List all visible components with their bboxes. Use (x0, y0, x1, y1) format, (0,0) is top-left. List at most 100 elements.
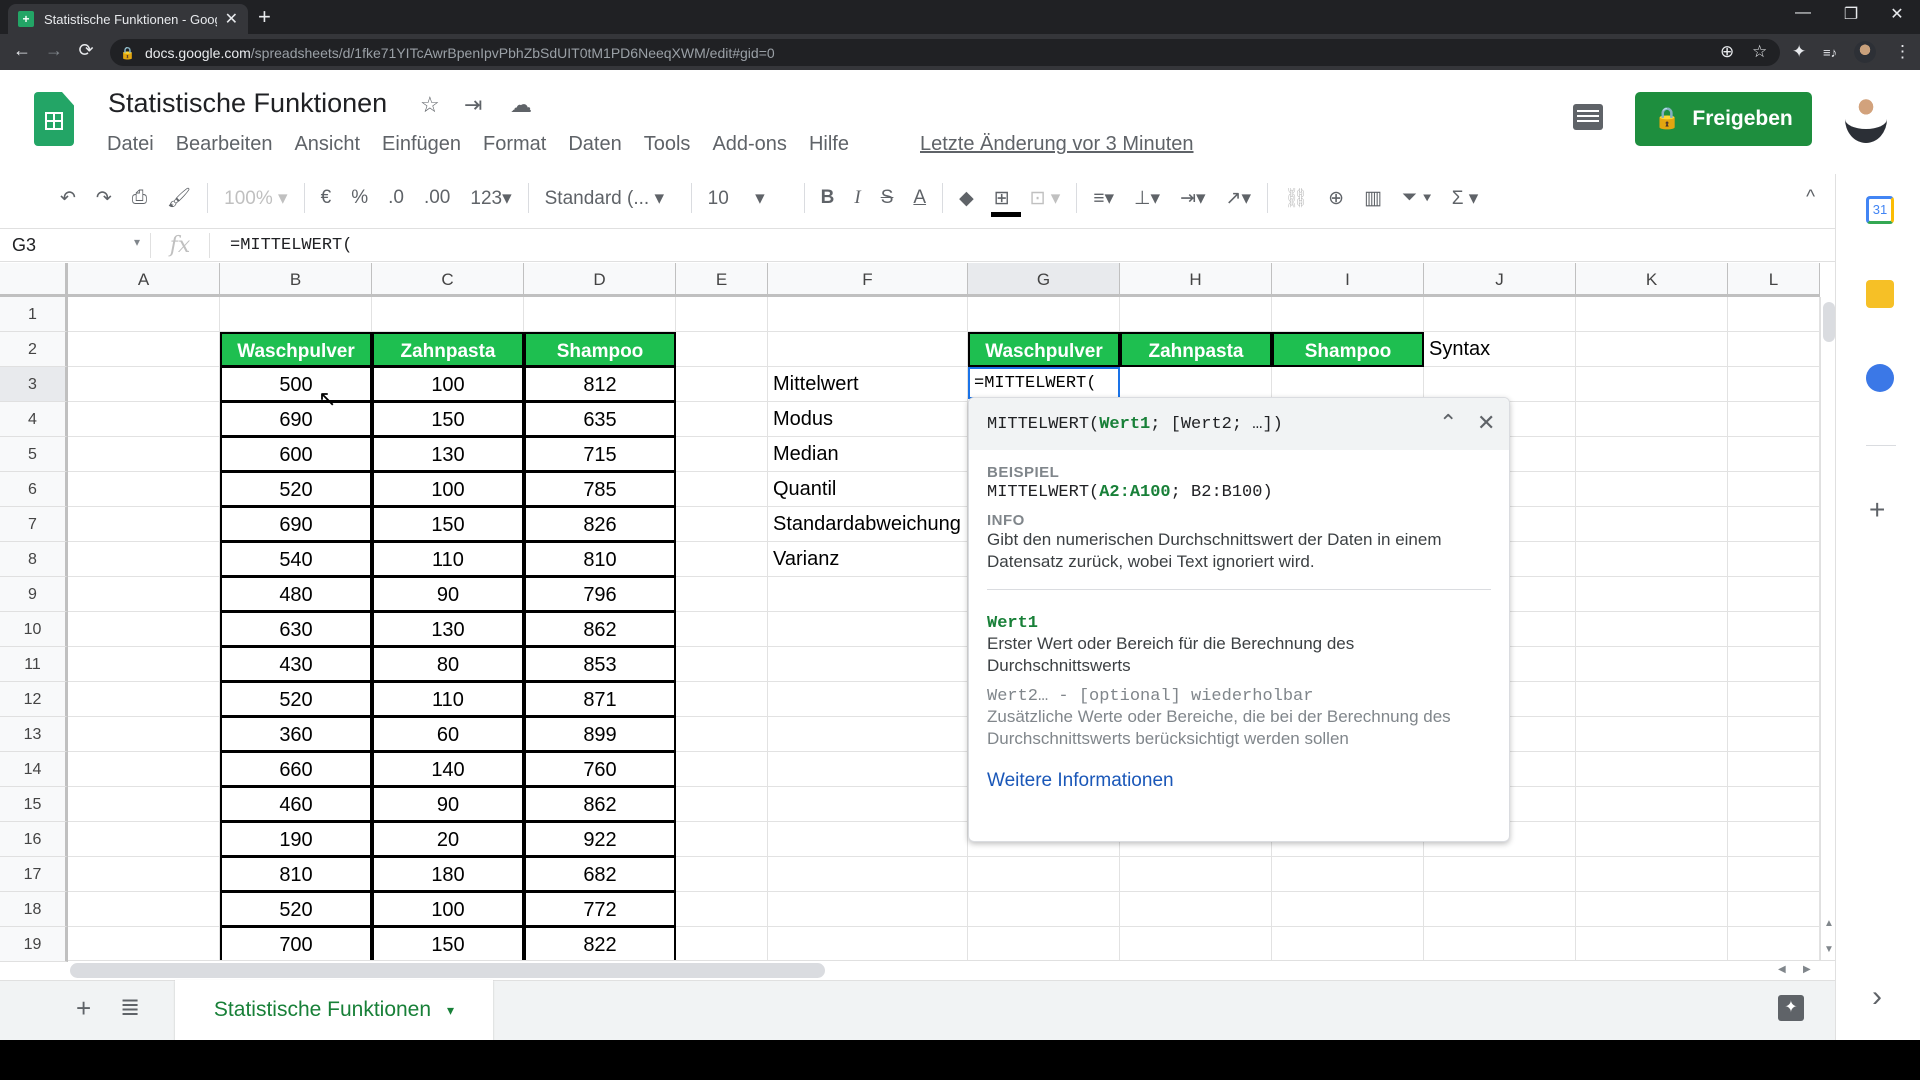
menu-bearbeiten[interactable]: Bearbeiten (176, 133, 273, 156)
text-wrap-icon[interactable]: ⇥▾ (1170, 187, 1215, 210)
stat-label-cell[interactable]: Median (768, 437, 968, 472)
tasks-icon[interactable] (1866, 364, 1894, 392)
row-header-12[interactable]: 12 (0, 682, 68, 717)
table-cell[interactable]: 810 (524, 542, 676, 577)
stat-label-cell[interactable]: Quantil (768, 472, 968, 507)
zoom-select[interactable]: 100% ▾ (214, 187, 297, 210)
column-header-g[interactable]: G (968, 263, 1120, 297)
table-cell[interactable]: 899 (524, 717, 676, 752)
name-box[interactable]: G3 ▾ (0, 235, 150, 256)
bold-button[interactable]: B (811, 187, 845, 209)
add-addon-icon[interactable]: + (1869, 494, 1885, 526)
redo-icon[interactable]: ↷ (86, 187, 122, 210)
more-info-link[interactable]: Weitere Informationen (987, 770, 1491, 792)
table-cell[interactable]: 772 (524, 892, 676, 927)
table-cell[interactable]: 90 (372, 577, 524, 612)
table-cell[interactable]: 871 (524, 682, 676, 717)
row-header-17[interactable]: 17 (0, 857, 68, 892)
row-header-11[interactable]: 11 (0, 647, 68, 682)
table-cell[interactable]: 100 (372, 892, 524, 927)
table-cell[interactable]: 826 (524, 507, 676, 542)
column-header-j[interactable]: J (1424, 263, 1576, 297)
table-cell[interactable]: 90 (372, 787, 524, 822)
active-cell-g3[interactable]: =MITTELWERT( (968, 367, 1120, 399)
table-header-cell[interactable]: Waschpulver (220, 332, 372, 367)
table-cell[interactable]: 690 (220, 402, 372, 437)
syntax-label-cell[interactable]: Syntax (1424, 332, 1576, 367)
sheets-logo[interactable] (34, 92, 74, 146)
result-header-cell[interactable]: Waschpulver (968, 332, 1120, 367)
table-header-cell[interactable]: Zahnpasta (372, 332, 524, 367)
table-cell[interactable]: 480 (220, 577, 372, 612)
collapse-toolbar-icon[interactable]: ^ (1796, 187, 1825, 209)
row-header-14[interactable]: 14 (0, 752, 68, 787)
account-avatar[interactable] (1845, 95, 1887, 143)
extensions-icon[interactable]: ✦ (1792, 42, 1806, 62)
table-cell[interactable]: 853 (524, 647, 676, 682)
keep-icon[interactable] (1866, 280, 1894, 308)
cloud-saved-icon[interactable]: ☁ (510, 92, 532, 118)
table-cell[interactable]: 430 (220, 647, 372, 682)
browser-profile-avatar[interactable] (1854, 41, 1876, 63)
table-cell[interactable]: 785 (524, 472, 676, 507)
scroll-down-arrow[interactable]: ▼ (1824, 944, 1834, 955)
media-control-icon[interactable]: ≡♪ (1823, 45, 1837, 60)
menu-einfuegen[interactable]: Einfügen (382, 133, 461, 156)
formula-input[interactable]: =MITTELWERT( (210, 236, 352, 255)
menu-datei[interactable]: Datei (107, 133, 154, 156)
table-cell[interactable]: 660 (220, 752, 372, 787)
increase-decimal-button[interactable]: .00 (414, 187, 460, 209)
close-help-icon[interactable]: ✕ (1477, 410, 1495, 436)
table-cell[interactable]: 130 (372, 612, 524, 647)
table-cell[interactable]: 360 (220, 717, 372, 752)
font-family-select[interactable]: Standard (... ▾ (535, 187, 685, 210)
reload-icon[interactable]: ⟳ (74, 40, 98, 61)
table-cell[interactable]: 700 (220, 927, 372, 962)
menu-format[interactable]: Format (483, 133, 546, 156)
font-size-select[interactable]: 10 ▾ (698, 187, 798, 210)
horizontal-scroll-thumb[interactable] (70, 963, 825, 978)
row-header-5[interactable]: 5 (0, 437, 68, 472)
merge-cells-icon[interactable]: ⊡ ▾ (1020, 187, 1071, 210)
comment-history-icon[interactable] (1573, 104, 1603, 130)
table-cell[interactable]: 715 (524, 437, 676, 472)
row-header-8[interactable]: 8 (0, 542, 68, 577)
row-header-2[interactable]: 2 (0, 332, 68, 367)
borders-icon[interactable]: ⊞ (984, 187, 1020, 210)
last-edit-link[interactable]: Letzte Änderung vor 3 Minuten (920, 133, 1194, 156)
scroll-left-arrow[interactable]: ◀ (1778, 964, 1786, 975)
browser-tab[interactable]: + Statistische Funktionen - Google ✕ (8, 4, 248, 34)
table-cell[interactable]: 520 (220, 892, 372, 927)
table-cell[interactable]: 760 (524, 752, 676, 787)
table-cell[interactable]: 822 (524, 927, 676, 962)
paint-format-icon[interactable]: 🖌 (157, 186, 201, 210)
table-cell[interactable]: 100 (372, 472, 524, 507)
table-cell[interactable]: 110 (372, 682, 524, 717)
fill-color-icon[interactable]: ◆ (949, 187, 984, 210)
column-header-d[interactable]: D (524, 263, 676, 297)
more-formats-button[interactable]: 123▾ (460, 187, 521, 210)
table-cell[interactable]: 20 (372, 822, 524, 857)
table-cell[interactable]: 690 (220, 507, 372, 542)
table-cell[interactable]: 812 (524, 367, 676, 402)
insert-chart-icon[interactable]: ▥ (1354, 187, 1392, 210)
undo-icon[interactable]: ↶ (50, 187, 86, 210)
table-cell[interactable]: 635 (524, 402, 676, 437)
sheet-tab-menu-icon[interactable]: ▾ (447, 1002, 454, 1019)
table-cell[interactable]: 110 (372, 542, 524, 577)
row-header-7[interactable]: 7 (0, 507, 68, 542)
table-cell[interactable]: 922 (524, 822, 676, 857)
vertical-align-icon[interactable]: ⊥▾ (1124, 187, 1170, 210)
row-header-9[interactable]: 9 (0, 577, 68, 612)
filter-icon[interactable]: ⏷ ▾ (1392, 187, 1442, 209)
table-cell[interactable]: 600 (220, 437, 372, 472)
decrease-decimal-button[interactable]: .0 (378, 187, 414, 209)
table-cell[interactable]: 150 (372, 507, 524, 542)
scroll-up-arrow[interactable]: ▲ (1824, 918, 1834, 929)
table-cell[interactable]: 180 (372, 857, 524, 892)
row-header-16[interactable]: 16 (0, 822, 68, 857)
star-icon[interactable]: ☆ (420, 92, 440, 118)
table-cell[interactable]: 520 (220, 472, 372, 507)
menu-addons[interactable]: Add-ons (712, 133, 787, 156)
column-header-e[interactable]: E (676, 263, 768, 297)
